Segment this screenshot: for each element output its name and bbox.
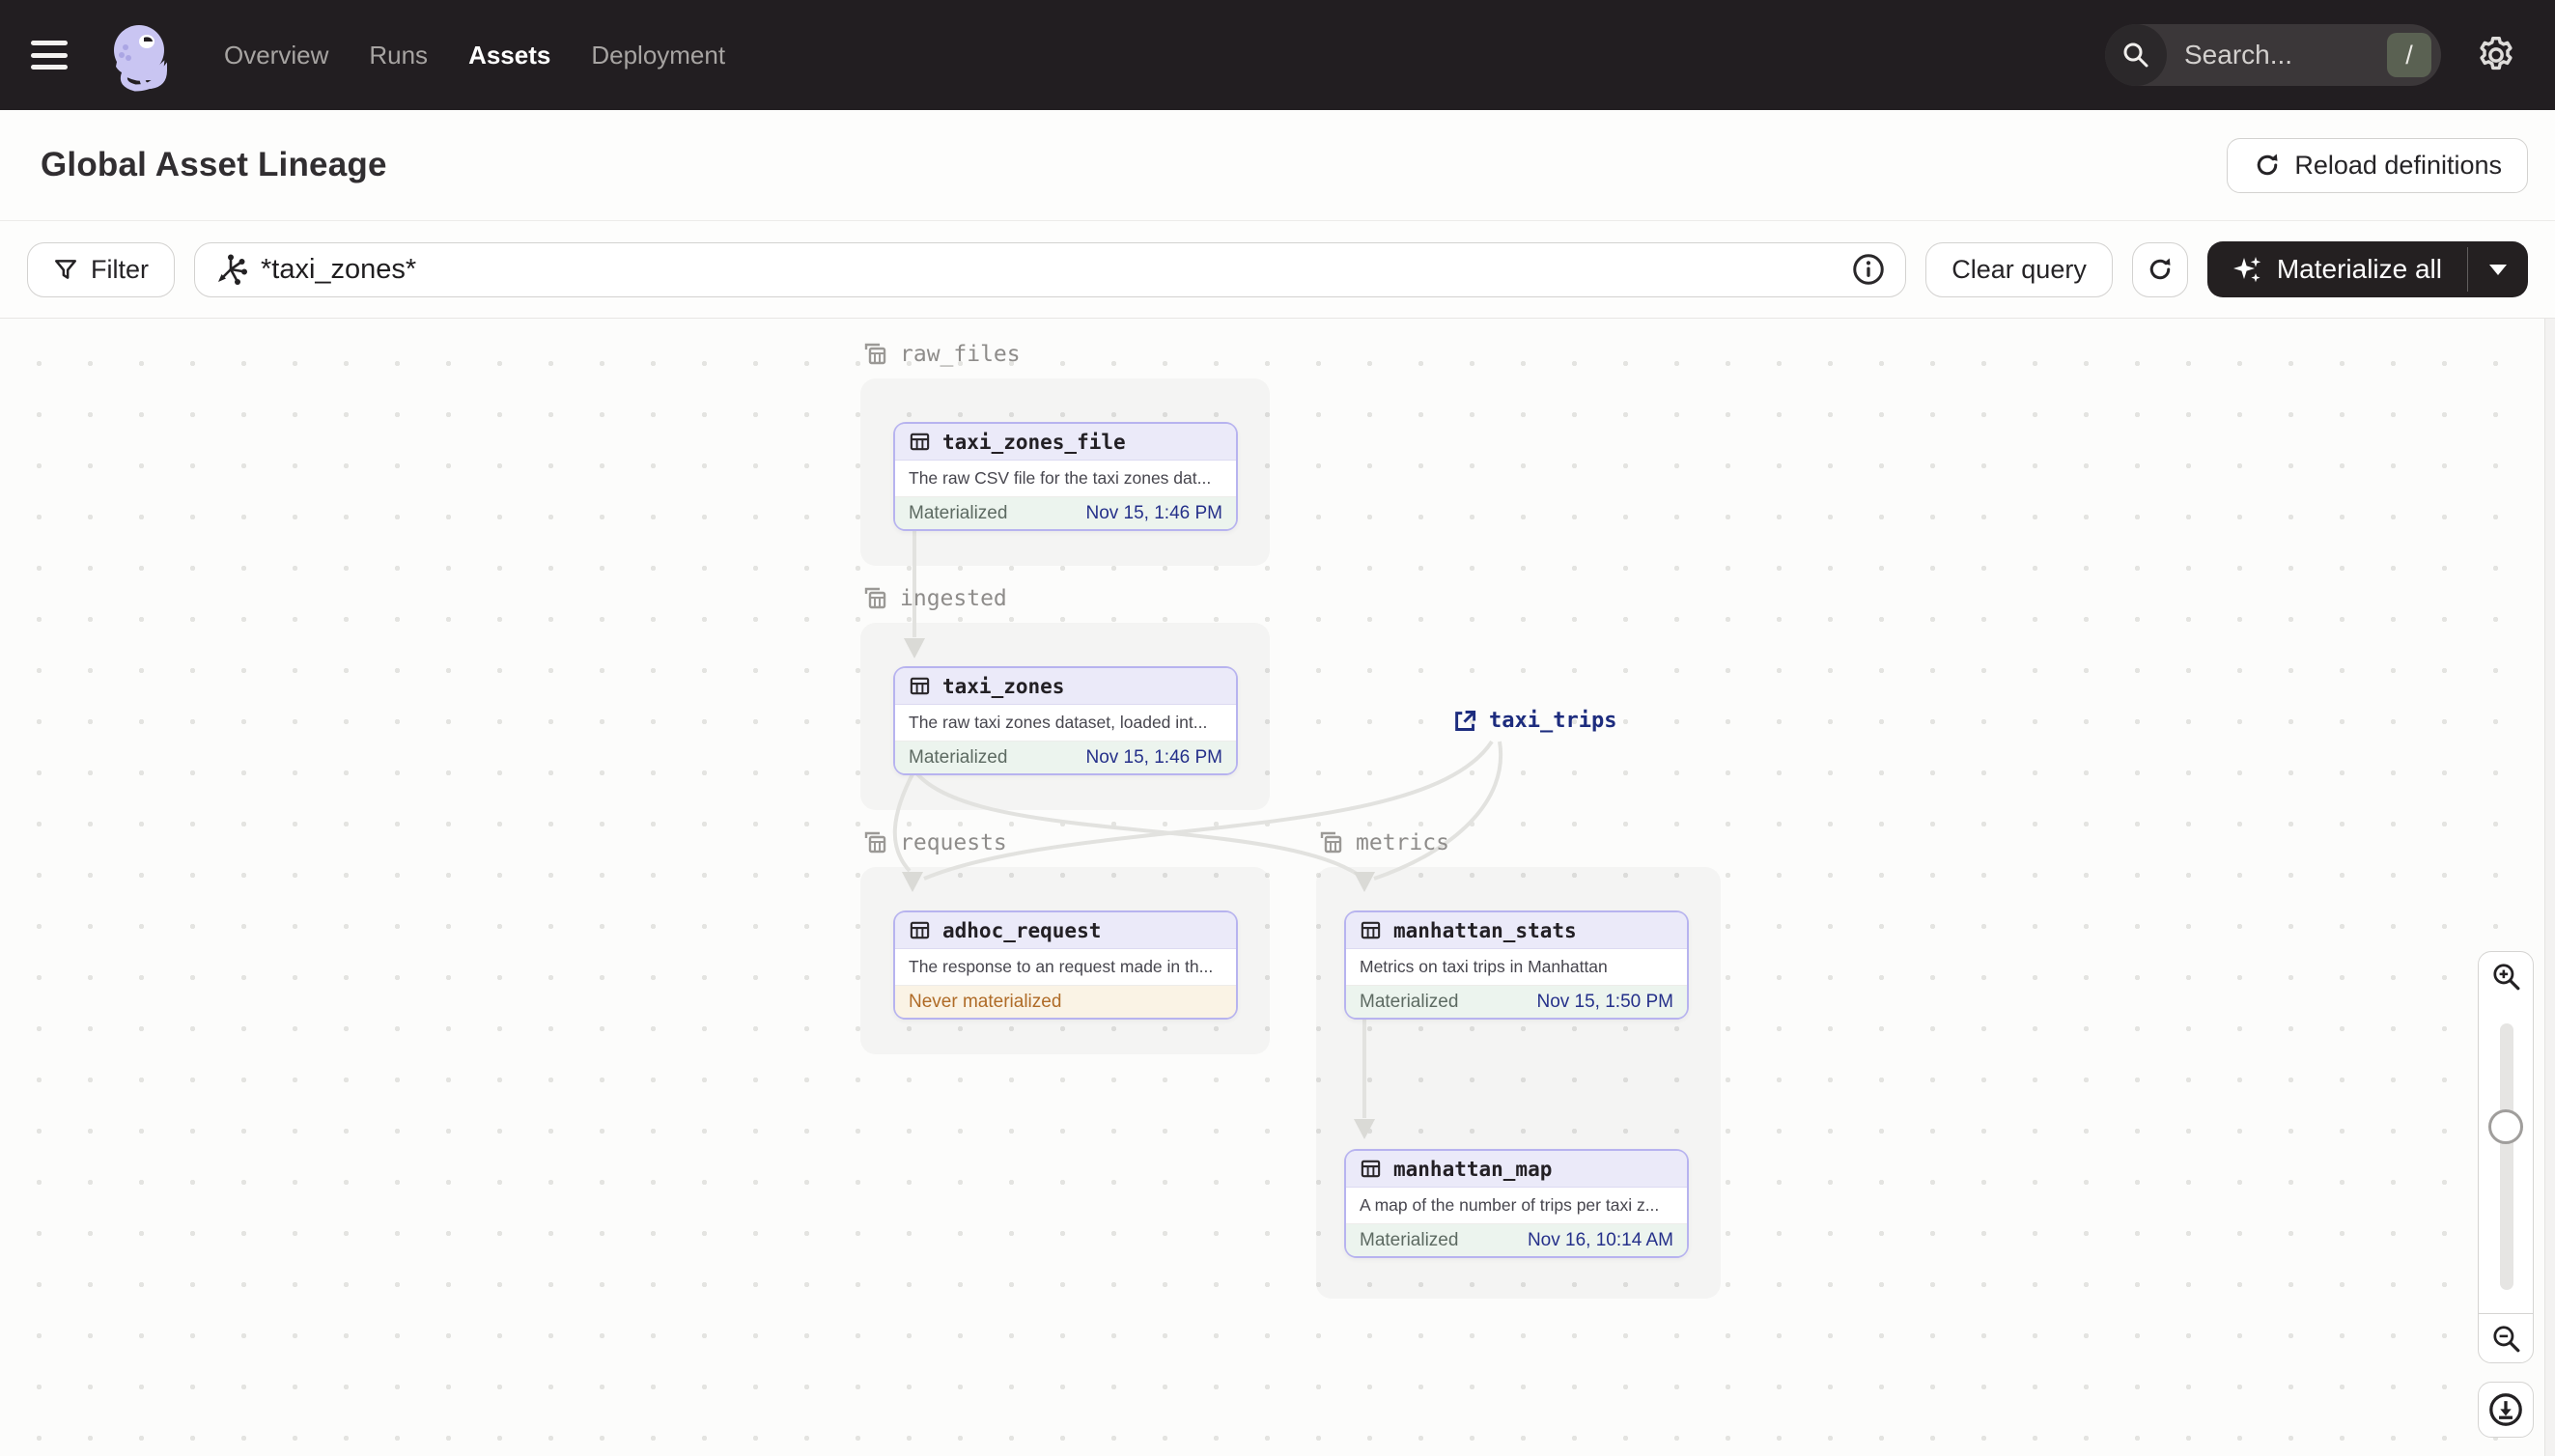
download-icon <box>2489 1393 2522 1426</box>
asset-query-field[interactable] <box>194 241 1907 297</box>
status-badge: Materialized <box>909 746 1008 768</box>
search-placeholder: Search... <box>2184 40 2293 70</box>
table-icon <box>1361 1160 1381 1178</box>
materialize-options-dropdown[interactable] <box>2468 241 2528 297</box>
sparkle-icon <box>2232 257 2261 283</box>
materialize-all-split-button: Materialize all <box>2206 241 2528 297</box>
asset-node-manhattan-stats[interactable]: manhattan_stats Metrics on taxi trips in… <box>1344 910 1689 1020</box>
status-badge: Never materialized <box>909 991 1062 1012</box>
zoom-slider[interactable] <box>2478 1000 2534 1313</box>
asset-node-adhoc-request[interactable]: adhoc_request The response to an request… <box>893 910 1238 1020</box>
zoom-out-icon <box>2493 1326 2520 1353</box>
external-asset-taxi-trips[interactable]: taxi_trips <box>1451 708 1616 734</box>
asset-name: manhattan_map <box>1393 1157 1553 1181</box>
nav-item-assets[interactable]: Assets <box>468 41 550 70</box>
materialization-timestamp[interactable]: Nov 15, 1:50 PM <box>1536 992 1673 1013</box>
external-link-icon <box>1455 711 1476 731</box>
zoom-in-button[interactable] <box>2478 951 2534 1001</box>
zoom-in-icon <box>2493 964 2520 991</box>
settings-gear-icon[interactable] <box>2474 33 2518 77</box>
materialization-timestamp[interactable]: Nov 15, 1:46 PM <box>1085 747 1222 769</box>
asset-description: A map of the number of trips per taxi z.… <box>1346 1188 1687 1224</box>
materialization-timestamp[interactable]: Nov 15, 1:46 PM <box>1085 503 1222 524</box>
lineage-graph-canvas[interactable]: raw_files ingested requests metrics taxi… <box>0 319 2555 1456</box>
asset-name: taxi_zones <box>942 674 1065 698</box>
group-name: metrics <box>1356 829 1449 855</box>
status-badge: Materialized <box>1360 1229 1459 1250</box>
lineage-toolbar: Filter Clear query Materialize all <box>0 221 2555 319</box>
table-group-icon <box>864 831 886 854</box>
download-view-button[interactable] <box>2478 1382 2534 1438</box>
asset-description: The raw taxi zones dataset, loaded int..… <box>895 705 1236 742</box>
lineage-query-icon <box>218 254 247 285</box>
group-label-metrics[interactable]: metrics <box>1318 829 1449 855</box>
asset-description: Metrics on taxi trips in Manhattan <box>1346 949 1687 986</box>
materialize-all-label: Materialize all <box>2276 254 2442 284</box>
table-icon <box>1361 921 1381 939</box>
query-info-icon[interactable] <box>1851 252 1886 287</box>
asset-name: taxi_zones_file <box>942 430 1126 454</box>
reload-definitions-label: Reload definitions <box>2294 150 2502 180</box>
table-group-icon <box>864 587 886 609</box>
group-name: requests <box>900 829 1007 855</box>
refresh-icon <box>2258 154 2278 176</box>
zoom-out-button[interactable] <box>2478 1313 2534 1363</box>
search-shortcut-badge: / <box>2387 33 2431 77</box>
table-icon <box>910 433 930 451</box>
asset-description: The response to an request made in th... <box>895 949 1236 986</box>
group-name: raw_files <box>900 341 1021 367</box>
chevron-down-icon <box>2489 264 2507 275</box>
table-icon <box>910 921 930 939</box>
status-badge: Materialized <box>1360 991 1459 1012</box>
nav-item-deployment[interactable]: Deployment <box>591 41 725 70</box>
table-icon <box>910 677 930 695</box>
asset-node-taxi-zones[interactable]: taxi_zones The raw taxi zones dataset, l… <box>893 666 1238 775</box>
nav-item-runs[interactable]: Runs <box>369 41 428 70</box>
hamburger-menu-icon[interactable] <box>31 41 68 70</box>
filter-funnel-icon <box>55 260 76 279</box>
refresh-graph-button[interactable] <box>2131 241 2188 297</box>
group-label-raw-files[interactable]: raw_files <box>862 341 1021 367</box>
group-name: ingested <box>900 585 1007 611</box>
zoom-slider-handle[interactable] <box>2488 1109 2523 1144</box>
group-label-ingested[interactable]: ingested <box>862 585 1007 611</box>
lineage-edges <box>892 529 1503 1139</box>
asset-name: manhattan_stats <box>1393 918 1577 942</box>
filter-label: Filter <box>91 254 149 284</box>
asset-node-taxi-zones-file[interactable]: taxi_zones_file The raw CSV file for the… <box>893 422 1238 531</box>
zoom-slider-track[interactable] <box>2500 1023 2513 1290</box>
asset-name: adhoc_request <box>942 918 1102 942</box>
vertical-scrollbar[interactable] <box>2544 319 2555 1456</box>
search-icon <box>2105 24 2167 86</box>
asset-query-input[interactable] <box>261 253 1839 286</box>
nav-item-overview[interactable]: Overview <box>224 41 328 70</box>
asset-description: The raw CSV file for the taxi zones dat.… <box>895 461 1236 497</box>
asset-node-manhattan-map[interactable]: manhattan_map A map of the number of tri… <box>1344 1149 1689 1258</box>
top-nav: Overview Runs Assets Deployment Search..… <box>0 0 2555 110</box>
page-title: Global Asset Lineage <box>41 146 387 183</box>
table-group-icon <box>1320 831 1342 854</box>
clear-query-button[interactable]: Clear query <box>1925 241 2113 297</box>
refresh-icon <box>2149 258 2171 280</box>
group-label-requests[interactable]: requests <box>862 829 1007 855</box>
page-header: Global Asset Lineage Reload definitions <box>0 110 2555 221</box>
global-search[interactable]: Search... / <box>2105 24 2441 86</box>
primary-nav: Overview Runs Assets Deployment <box>224 41 725 70</box>
asset-name: taxi_trips <box>1489 709 1617 733</box>
materialize-all-button[interactable]: Materialize all <box>2207 241 2467 297</box>
materialization-timestamp[interactable]: Nov 16, 10:14 AM <box>1528 1230 1673 1251</box>
reload-definitions-button[interactable]: Reload definitions <box>2227 137 2528 193</box>
dagster-logo-icon[interactable] <box>104 18 178 92</box>
table-group-icon <box>864 343 886 365</box>
filter-button[interactable]: Filter <box>27 241 175 297</box>
status-badge: Materialized <box>909 502 1008 523</box>
clear-query-label: Clear query <box>1951 254 2087 284</box>
